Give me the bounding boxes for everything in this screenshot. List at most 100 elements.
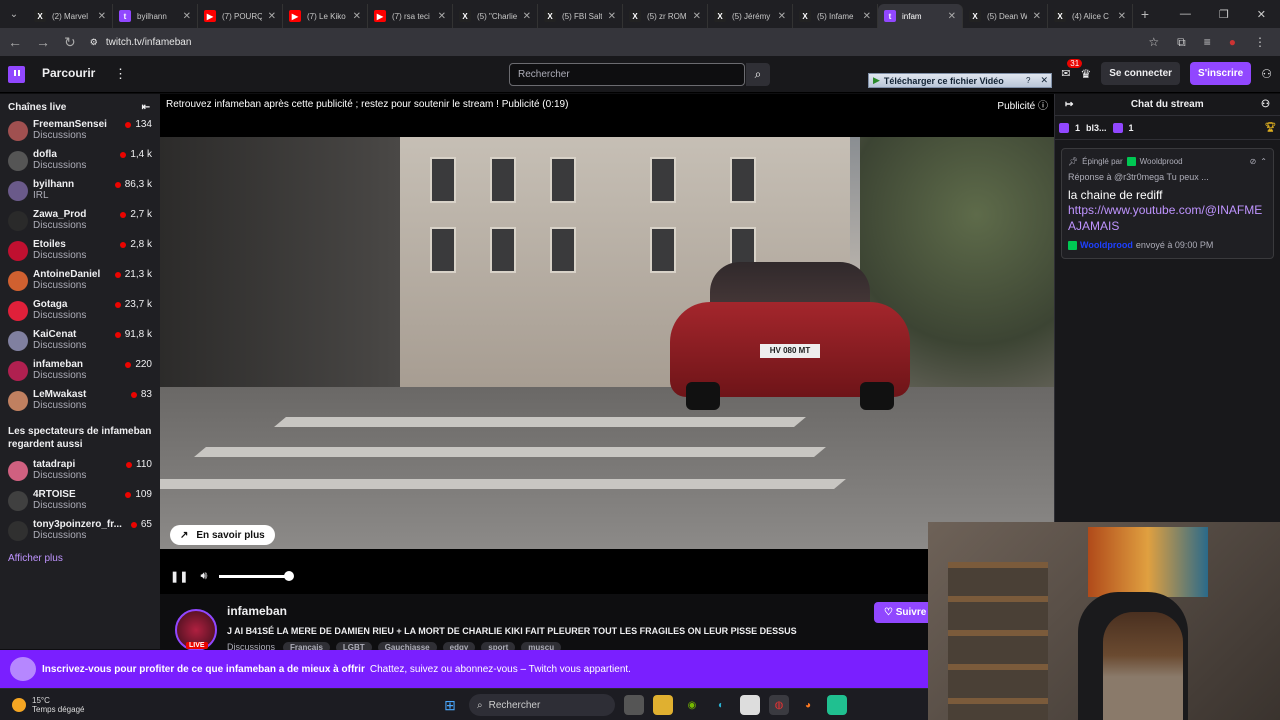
video-player[interactable]: Retrouvez infameban après cette publicit… xyxy=(160,94,1054,594)
browser-tab[interactable]: t infam ✕ xyxy=(878,4,963,28)
tab-search-chevron-icon[interactable]: ⌄ xyxy=(0,0,28,28)
pinned-link[interactable]: https://www.youtube.com/@INAFMEAJAMAIS xyxy=(1068,202,1267,234)
learn-more-button[interactable]: ↗ En savoir plus xyxy=(170,525,275,545)
idm-play-icon: ▶ xyxy=(873,75,880,85)
close-tab-icon[interactable]: ✕ xyxy=(353,11,361,22)
back-icon[interactable]: ← xyxy=(8,34,22,50)
close-tab-icon[interactable]: ✕ xyxy=(438,11,446,22)
close-tab-icon[interactable]: ✕ xyxy=(778,11,786,22)
close-tab-icon[interactable]: ✕ xyxy=(863,11,871,22)
signup-button[interactable]: S'inscrire xyxy=(1190,62,1252,85)
close-tab-icon[interactable]: ✕ xyxy=(608,11,616,22)
volume-slider[interactable] xyxy=(219,571,295,581)
sidebar-channel[interactable]: infameban Discussions 220 xyxy=(0,357,160,387)
sidebar-channel[interactable]: Etoiles Discussions 2,8 k xyxy=(0,237,160,267)
file-explorer-icon[interactable] xyxy=(653,695,673,715)
taskbar-search[interactable]: ⌕ Rechercher xyxy=(469,694,615,716)
close-tab-icon[interactable]: ✕ xyxy=(183,11,191,22)
sidebar-channel[interactable]: tony3poinzero_fr... Discussions 65 xyxy=(0,517,160,547)
leaderboard-trophy-icon[interactable]: 🏆︎ xyxy=(1265,122,1276,133)
browser-tab[interactable]: X (5) Infame ✕ xyxy=(793,4,878,28)
browser-tab[interactable]: ▶ (7) POURQ ✕ xyxy=(198,4,283,28)
idm-close-icon[interactable]: ✕ xyxy=(1037,75,1051,86)
weather-widget[interactable]: 15°C Temps dégagé xyxy=(0,696,200,714)
forward-icon[interactable]: → xyxy=(36,34,50,50)
browser-tab[interactable]: X (5) zr ROM ✕ xyxy=(623,4,708,28)
info-icon[interactable]: ⓘ xyxy=(1038,101,1048,112)
more-menu-icon[interactable]: ⋮ xyxy=(114,66,127,82)
show-more-link[interactable]: Afficher plus xyxy=(0,547,160,570)
notifications-icon[interactable]: ✉ 31 xyxy=(1061,59,1083,80)
sidebar-channel[interactable]: AntoineDaniel Discussions 21,3 k xyxy=(0,267,160,297)
url-field[interactable]: ⚙ twitch.tv/infameban xyxy=(90,31,1135,53)
volume-slider-knob[interactable] xyxy=(284,571,295,581)
collapse-sidebar-icon[interactable]: ⇤ xyxy=(142,102,150,113)
browse-link[interactable]: Parcourir xyxy=(42,66,95,80)
bookmark-star-icon[interactable]: ☆ xyxy=(1148,35,1159,49)
reload-icon[interactable]: ↻ xyxy=(64,34,76,51)
follow-button[interactable]: ♡ Suivre xyxy=(874,602,935,623)
close-tab-icon[interactable]: ✕ xyxy=(948,11,956,22)
user-menu-icon[interactable]: ⚇ xyxy=(1261,67,1272,81)
sidebar-channel[interactable]: Gotaga Discussions 23,7 k xyxy=(0,297,160,327)
live-dot-icon xyxy=(125,361,132,368)
browser-tab[interactable]: X (2) Marvel ✕ xyxy=(28,4,113,28)
search-icon[interactable]: ⌕ xyxy=(746,63,770,86)
chat-users-icon[interactable]: ⚇ xyxy=(1261,99,1270,110)
pause-icon[interactable]: ❚❚ xyxy=(170,570,188,583)
profile-icon[interactable]: ● xyxy=(1229,35,1236,49)
close-tab-icon[interactable]: ✕ xyxy=(523,11,531,22)
pinned-sender[interactable]: Wooldprood xyxy=(1080,240,1133,250)
edge-icon[interactable]: ◐ xyxy=(711,695,731,715)
close-tab-icon[interactable]: ✕ xyxy=(98,11,106,22)
site-info-icon[interactable]: ⚙ xyxy=(90,37,98,48)
sidebar-channel[interactable]: tatadrapi Discussions 110 xyxy=(0,457,160,487)
browser-tab[interactable]: ▶ (7) rsa teci ✕ xyxy=(368,4,453,28)
app-icon[interactable] xyxy=(827,695,847,715)
sidebar-channel[interactable]: Zawa_Prod Discussions 2,7 k xyxy=(0,207,160,237)
browser-tab[interactable]: t byilhann ✕ xyxy=(113,4,198,28)
streamer-name[interactable]: infameban xyxy=(227,604,287,618)
login-button[interactable]: Se connecter xyxy=(1101,62,1181,85)
browser-tab[interactable]: X (5) FBI Salt ✕ xyxy=(538,4,623,28)
new-tab-button[interactable]: + xyxy=(1133,6,1157,22)
twitch-logo-icon[interactable] xyxy=(8,66,25,83)
close-tab-icon[interactable]: ✕ xyxy=(693,11,701,22)
chrome-icon[interactable]: ◍ xyxy=(769,695,789,715)
tab-media-icon[interactable]: ≡ xyxy=(1204,35,1211,49)
sidebar-channel[interactable]: KaiCenat Discussions 91,8 k xyxy=(0,327,160,357)
extensions-icon[interactable]: ⧉ xyxy=(1177,35,1186,50)
idm-download-panel[interactable]: ▶ Télécharger ce fichier Vidéo ? ✕ xyxy=(868,73,1052,88)
browser-tab[interactable]: ▶ (7) Le Kiko ✕ xyxy=(283,4,368,28)
sidebar-channel[interactable]: LeMwakast Discussions 83 xyxy=(0,387,160,417)
close-tab-icon[interactable]: ✕ xyxy=(268,11,276,22)
sidebar-channel[interactable]: dofla Discussions 1,4 k xyxy=(0,147,160,177)
signup-promo-banner[interactable]: Inscrivez-vous pour profiter de ce que i… xyxy=(0,650,928,688)
browser-tab[interactable]: X (4) Alice C ✕ xyxy=(1048,4,1133,28)
close-window-icon[interactable]: ✕ xyxy=(1257,8,1266,21)
browser-tab[interactable]: X (5) Jérémy ✕ xyxy=(708,4,793,28)
sidebar-channel[interactable]: 4RTOISE Discussions 109 xyxy=(0,487,160,517)
hide-pin-icon[interactable]: ⊘ xyxy=(1250,157,1257,166)
collapse-chat-icon[interactable]: ↦ xyxy=(1065,99,1073,110)
task-view-icon[interactable] xyxy=(624,695,644,715)
sidebar-channel[interactable]: byilhann IRL 86,3 k xyxy=(0,177,160,207)
volume-icon[interactable]: 🔊︎ xyxy=(200,570,207,583)
browser-menu-icon[interactable]: ⋮ xyxy=(1254,35,1266,49)
nvidia-icon[interactable]: ◉ xyxy=(682,695,702,715)
sidebar-channel[interactable]: FreemanSensei Discussions 134 xyxy=(0,117,160,147)
minimize-icon[interactable]: — xyxy=(1180,8,1191,21)
prime-icon[interactable]: ♛ xyxy=(1080,67,1091,81)
browser-tab[interactable]: X (5) "Charlie ✕ xyxy=(453,4,538,28)
close-tab-icon[interactable]: ✕ xyxy=(1118,11,1126,22)
store-icon[interactable] xyxy=(740,695,760,715)
windows-start-icon[interactable]: ⊞ xyxy=(440,695,460,715)
search-input[interactable]: Rechercher xyxy=(509,63,745,86)
gift-user[interactable]: bl3... xyxy=(1086,123,1107,133)
firefox-icon[interactable]: ◕ xyxy=(798,695,818,715)
close-tab-icon[interactable]: ✕ xyxy=(1033,11,1041,22)
browser-tab[interactable]: X (5) Dean W ✕ xyxy=(963,4,1048,28)
maximize-icon[interactable]: ❐ xyxy=(1219,8,1229,21)
idm-help-button[interactable]: ? xyxy=(1023,76,1033,85)
collapse-pin-icon[interactable]: ⌃ xyxy=(1260,157,1267,166)
